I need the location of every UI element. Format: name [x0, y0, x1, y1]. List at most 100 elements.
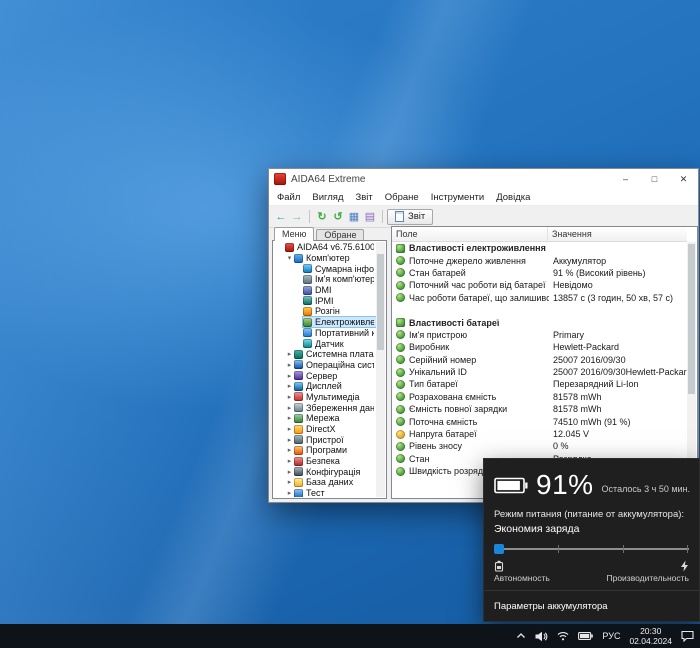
details-row[interactable]: Розрахована ємність81578 mWh: [393, 391, 687, 403]
remote-monitor-icon[interactable]: ▤: [362, 209, 378, 225]
tree-item[interactable]: ▸Конфігурація: [274, 466, 376, 477]
battery-saver-side: Автономность: [494, 560, 550, 583]
volume-icon[interactable]: [535, 631, 548, 642]
expand-arrow-icon[interactable]: ▸: [285, 382, 294, 390]
slider-track[interactable]: [494, 548, 689, 550]
menu-item-1[interactable]: Вигляд: [306, 192, 349, 203]
tree-item[interactable]: DMI: [274, 285, 376, 296]
column-header-value[interactable]: Значення: [548, 227, 687, 241]
collapse-arrow-icon[interactable]: ▾: [285, 254, 294, 262]
expand-arrow-icon[interactable]: ▸: [285, 446, 294, 454]
menu-item-2[interactable]: Звіт: [350, 192, 379, 203]
expand-arrow-icon[interactable]: ▸: [285, 425, 294, 433]
tree-item[interactable]: ▸Тест: [274, 488, 376, 497]
power-mode-slider[interactable]: [494, 541, 689, 557]
tree-item[interactable]: ▸Дисплей: [274, 381, 376, 392]
details-row[interactable]: Поточний час роботи від батареїНевідомо: [393, 279, 687, 291]
tree-item[interactable]: Сумарна інформація: [274, 263, 376, 274]
tree-item[interactable]: ▸Операційна система: [274, 360, 376, 371]
tree-item-core: Збереження даних: [294, 403, 376, 413]
network-icon[interactable]: [557, 631, 569, 641]
tree-item-label: Програми: [306, 445, 347, 455]
battery-settings-link[interactable]: Параметры аккумулятора: [494, 601, 608, 612]
expand-arrow-icon[interactable]: ▸: [285, 350, 294, 358]
expand-arrow-icon[interactable]: ▸: [285, 457, 294, 465]
expand-arrow-icon[interactable]: ▸: [285, 414, 294, 422]
tree-scrollbar-thumb[interactable]: [377, 254, 384, 350]
slider-handle[interactable]: [494, 544, 504, 554]
tree-item-label: Ім'я комп'ютера: [315, 274, 374, 284]
tree-scrollbar[interactable]: [376, 242, 385, 497]
battery-saver-icon: [494, 560, 504, 572]
details-row[interactable]: Поточне джерело живленняАккумулятор: [393, 254, 687, 266]
tree-item[interactable]: Ім'я комп'ютера: [274, 274, 376, 285]
details-row[interactable]: Напруга батареї12.045 V: [393, 428, 687, 440]
expand-arrow-icon[interactable]: ▸: [285, 361, 294, 369]
field-value: Перезарядний Li-Ion: [549, 379, 687, 389]
details-row[interactable]: Ємність повної зарядки81578 mWh: [393, 403, 687, 415]
details-row[interactable]: ВиробникHewlett-Packard: [393, 341, 687, 353]
language-indicator[interactable]: РУС: [602, 631, 620, 641]
menu-item-4[interactable]: Інструменти: [425, 192, 491, 203]
action-center-icon[interactable]: [681, 630, 694, 642]
details-row[interactable]: Стан батарей91 % (Високий рівень): [393, 267, 687, 279]
tree-item[interactable]: ▸База даних: [274, 477, 376, 488]
tree-item[interactable]: ▸Збереження даних: [274, 402, 376, 413]
tab-menu[interactable]: Меню: [274, 227, 314, 241]
tree-item[interactable]: Датчик: [274, 338, 376, 349]
expand-arrow-icon[interactable]: ▸: [285, 436, 294, 444]
expand-arrow-icon[interactable]: ▸: [285, 404, 294, 412]
close-button[interactable]: ✕: [669, 169, 698, 189]
menu-item-5[interactable]: Довідка: [490, 192, 536, 203]
clock[interactable]: 20:30 02.04.2024: [629, 626, 672, 646]
field-value: 74510 mWh (91 %): [549, 417, 687, 427]
expand-arrow-icon[interactable]: ▸: [285, 393, 294, 401]
report-button[interactable]: Звіт: [387, 209, 433, 225]
battery-icon: [396, 405, 405, 414]
tree-item[interactable]: ▸DirectX: [274, 424, 376, 435]
expand-arrow-icon[interactable]: ▸: [285, 468, 294, 476]
details-row[interactable]: Поточна ємність74510 mWh (91 %): [393, 415, 687, 427]
tree-item[interactable]: ▸Безпека: [274, 456, 376, 467]
details-row[interactable]: Час роботи батареї, що залишився13857 с …: [393, 292, 687, 304]
expand-arrow-icon[interactable]: ▸: [285, 372, 294, 380]
tree-item[interactable]: ▸Системна плата: [274, 349, 376, 360]
expand-arrow-icon[interactable]: ▸: [285, 478, 294, 486]
column-header-field[interactable]: Поле: [392, 227, 548, 241]
tree-item[interactable]: IPMI: [274, 295, 376, 306]
details-section-header[interactable]: Властивості електроживлення: [393, 242, 687, 254]
menu-item-3[interactable]: Обране: [379, 192, 425, 203]
minimize-button[interactable]: –: [611, 169, 640, 189]
menu-item-0[interactable]: Файл: [271, 192, 306, 203]
details-row[interactable]: Тип батареїПерезарядний Li-Ion: [393, 378, 687, 390]
title-bar[interactable]: AIDA64 Extreme – □ ✕: [269, 169, 698, 189]
details-row[interactable]: Рівень зносу0 %: [393, 440, 687, 452]
forward-icon[interactable]: →: [289, 209, 305, 225]
refresh-all-icon[interactable]: ↺: [330, 209, 346, 225]
details-scrollbar-thumb[interactable]: [688, 244, 695, 394]
details-row[interactable]: Серійний номер25007 2016/09/30: [393, 354, 687, 366]
tree-item[interactable]: ▸Сервер: [274, 370, 376, 381]
tree-item[interactable]: ▾Комп'ютер: [274, 253, 376, 264]
details-row[interactable]: Унікальний ID25007 2016/09/30Hewlett-Pac…: [393, 366, 687, 378]
tree-item[interactable]: ▸ Програми: [274, 445, 376, 456]
hidden-icons-chevron-icon[interactable]: [516, 632, 526, 640]
tree-item[interactable]: Портативний комп'ю: [274, 328, 376, 339]
tree-item[interactable]: AIDA64 v6.75.6100: [274, 242, 376, 253]
back-icon[interactable]: ←: [273, 209, 289, 225]
tree-item[interactable]: ▸Пристрої: [274, 434, 376, 445]
power-mode-label: Режим питания (питание от аккумулятора):: [484, 500, 699, 520]
tree-item[interactable]: ▸Мультимедіа: [274, 392, 376, 403]
tray-battery-icon[interactable]: [578, 632, 593, 640]
tree-item-core: Комп'ютер: [294, 253, 352, 263]
tree-item[interactable]: Електроживлення: [274, 317, 376, 328]
report-wizard-icon[interactable]: ▦: [346, 209, 362, 225]
tree-item[interactable]: Розгін: [274, 306, 376, 317]
maximize-button[interactable]: □: [640, 169, 669, 189]
details-row[interactable]: Ім'я пристроюPrimary: [393, 329, 687, 341]
expand-arrow-icon[interactable]: ▸: [285, 489, 294, 497]
tree-item[interactable]: ▸Мережа: [274, 413, 376, 424]
details-section-header[interactable]: Властивості батареї: [393, 316, 687, 328]
battery-icon: [396, 368, 405, 377]
refresh-icon[interactable]: ↻: [314, 209, 330, 225]
